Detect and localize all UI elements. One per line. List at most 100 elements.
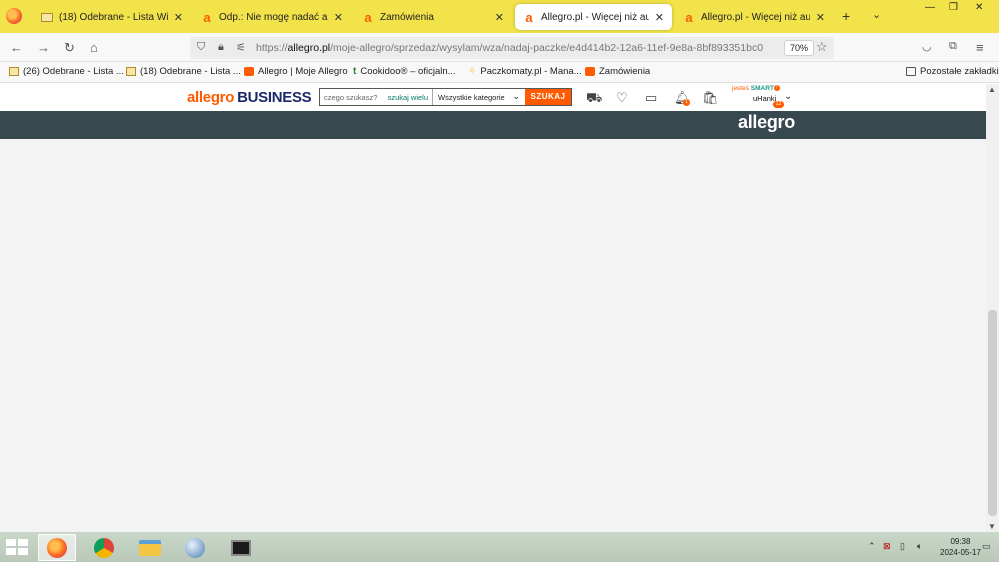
search-input[interactable]: czego szukasz? szukaj wielu <box>320 89 432 105</box>
bookmark-label: Paczkomaty.pl - Mana... <box>480 66 582 77</box>
truck-icon[interactable]: ⛟ <box>586 90 602 108</box>
other-bookmarks[interactable]: Pozostałe zakładki <box>906 66 999 77</box>
folder-icon <box>906 67 916 76</box>
tab-label: Odp.: Nie mogę nadać allegro <box>219 11 328 23</box>
bookmark-label: (18) Odebrane - Lista ... <box>140 66 241 77</box>
globe-icon <box>185 537 205 558</box>
firefox-menu-icon[interactable] <box>6 8 22 24</box>
bookmark-item[interactable]: (26) Odebrane - Lista ... <box>9 66 124 77</box>
tab-label: Allegro.pl - Więcej niż aukcje. <box>541 11 649 23</box>
search-many-link[interactable]: szukaj wielu <box>388 93 428 102</box>
bookmark-label: Pozostałe zakładki <box>920 66 999 77</box>
bookmark-item[interactable]: t Cookidoo® – oficjaln... <box>353 66 456 77</box>
search-form: czego szukasz? szukaj wielu Wszystkie ka… <box>319 88 572 106</box>
network-icon[interactable]: ⊠ <box>883 541 891 552</box>
taskbar-chrome[interactable] <box>85 534 123 561</box>
bookmark-star-icon[interactable]: ☆ <box>816 39 828 55</box>
back-icon[interactable]: ← <box>10 40 23 55</box>
category-select[interactable]: Wszystkie kategorie ⌄ <box>432 89 525 105</box>
windows-start-icon[interactable] <box>6 539 28 555</box>
minimize-icon[interactable]: — <box>925 2 935 13</box>
tab-bar: (18) Odebrane - Lista Wiadomo ✕ a Odp.: … <box>0 0 999 33</box>
scroll-up-icon[interactable]: ▲ <box>988 85 996 94</box>
close-icon[interactable]: ✕ <box>655 11 664 24</box>
tab-label: (18) Odebrane - Lista Wiadomo <box>59 11 168 23</box>
paczkomaty-icon: ✧ <box>468 66 477 77</box>
close-icon[interactable]: ✕ <box>334 11 343 24</box>
chevron-down-icon: ⌄ <box>512 91 520 101</box>
taskbar-app-terminal[interactable] <box>222 534 260 561</box>
tab-orders[interactable]: a Zamówienia ✕ <box>354 4 512 30</box>
zoom-level[interactable]: 70% <box>784 40 815 56</box>
tab-label: Zamówienia <box>380 11 434 23</box>
bookmark-label: Cookidoo® – oficjaln... <box>360 66 456 77</box>
cookidoo-icon: t <box>353 66 357 77</box>
tray-expand-icon[interactable]: ⌃ <box>868 541 876 552</box>
allegro-wordmark: allegro <box>738 112 795 132</box>
shield-icon[interactable]: ⛉ <box>197 41 205 54</box>
navigation-bar: ← → ↻ ⌂ ⛉ 🔒︎ ⚟ https://allegro.pl/moje-a… <box>0 33 999 62</box>
allegro-business-logo[interactable]: allegro BUSINESS <box>187 89 312 106</box>
tab-allegro-active[interactable]: a Allegro.pl - Więcej niż aukcje. ✕ <box>515 4 672 30</box>
clock-date: 2024-05-17 <box>940 548 981 557</box>
user-badge: 12 <box>773 101 784 108</box>
smart-status[interactable]: jesteś SMART! <box>732 85 780 93</box>
clock[interactable]: 09:38 2024-05-17 <box>940 536 981 558</box>
mail-icon <box>126 67 136 76</box>
scroll-down-icon[interactable]: ▼ <box>988 522 996 531</box>
taskbar-explorer[interactable] <box>131 534 169 561</box>
extensions-icon[interactable]: ⧉ <box>949 40 957 53</box>
bookmark-item[interactable]: Allegro | Moje Allegro <box>244 66 348 77</box>
tab-allegro-reply[interactable]: a Odp.: Nie mogę nadać allegro ✕ <box>193 4 351 30</box>
taskbar: ⌃ ⊠ ▯ 🔈︎ 09:38 2024-05-17 ▭ <box>0 532 999 562</box>
close-icon[interactable]: ✕ <box>495 11 504 24</box>
chevron-down-icon[interactable]: ⌄ <box>872 8 881 21</box>
bookmark-item[interactable]: ✧ Paczkomaty.pl - Mana... <box>468 66 582 77</box>
forward-icon[interactable]: → <box>37 40 50 55</box>
url-text[interactable]: https://allegro.pl/moje-allegro/sprzedaz… <box>256 42 763 54</box>
device-icon[interactable]: ▯ <box>900 541 905 552</box>
reload-icon[interactable]: ↻ <box>64 40 75 56</box>
close-icon[interactable]: ✕ <box>174 11 183 24</box>
heart-icon[interactable]: ♡ <box>616 90 628 106</box>
taskbar-firefox[interactable] <box>38 534 76 561</box>
browser-window: (18) Odebrane - Lista Wiadomo ✕ a Odp.: … <box>0 0 999 562</box>
close-icon[interactable]: ✕ <box>816 11 825 24</box>
allegro-icon: a <box>203 9 211 25</box>
search-button[interactable]: SZUKAJ <box>525 89 571 105</box>
tab-mail-1[interactable]: (18) Odebrane - Lista Wiadomo ✕ <box>33 4 191 30</box>
new-tab-icon[interactable]: + <box>842 8 850 24</box>
tab-allegro-2[interactable]: a Allegro.pl - Więcej niż aukcje. ✕ <box>675 4 833 30</box>
search-placeholder: czego szukasz? <box>324 93 378 102</box>
menu-icon[interactable]: ≡ <box>976 40 984 55</box>
smart-alert-dot: ! <box>773 85 780 92</box>
cart-icon[interactable]: 🛍︎ <box>702 90 719 106</box>
window-close-icon[interactable]: ✕ <box>975 2 983 13</box>
mail-icon <box>41 12 53 22</box>
smart-label: SMART <box>750 85 774 92</box>
url-bar[interactable]: ⛉ 🔒︎ ⚟ https://allegro.pl/moje-allegro/s… <box>190 37 834 59</box>
pocket-icon[interactable]: ◡ <box>922 40 932 53</box>
speaker-icon[interactable]: 🔈︎ <box>917 541 922 552</box>
taskbar-app-globe[interactable] <box>176 534 214 561</box>
notifications-icon[interactable]: ▭ <box>982 541 991 552</box>
tab-label: Allegro.pl - Więcej niż aukcje. <box>701 11 810 23</box>
url-domain: allegro.pl <box>287 42 331 54</box>
allegro-bag-icon <box>244 67 254 76</box>
chevron-down-icon[interactable]: ⌄ <box>784 91 792 102</box>
category-label: Wszystkie kategorie <box>438 93 505 102</box>
restore-icon[interactable]: ❐ <box>949 2 958 13</box>
clock-time: 09:38 <box>950 537 971 546</box>
scrollbar-thumb[interactable] <box>988 310 997 516</box>
allegro-icon: a <box>364 9 372 25</box>
bookmark-item[interactable]: Zamówienia <box>585 66 650 77</box>
permissions-icon[interactable]: ⚟ <box>236 41 246 54</box>
vertical-scrollbar[interactable]: ▲ ▼ <box>986 84 999 532</box>
logo-part2: BUSINESS <box>237 89 312 106</box>
bookmark-item[interactable]: (18) Odebrane - Lista ... <box>126 66 241 77</box>
chat-icon[interactable]: ▭ <box>645 90 657 106</box>
url-path: /moje-allegro/sprzedaz/wysylam/wza/nadaj… <box>330 42 764 54</box>
home-icon[interactable]: ⌂ <box>90 40 98 55</box>
bookmark-label: Allegro | Moje Allegro <box>258 66 348 77</box>
lock-icon[interactable]: 🔒︎ <box>218 41 224 54</box>
